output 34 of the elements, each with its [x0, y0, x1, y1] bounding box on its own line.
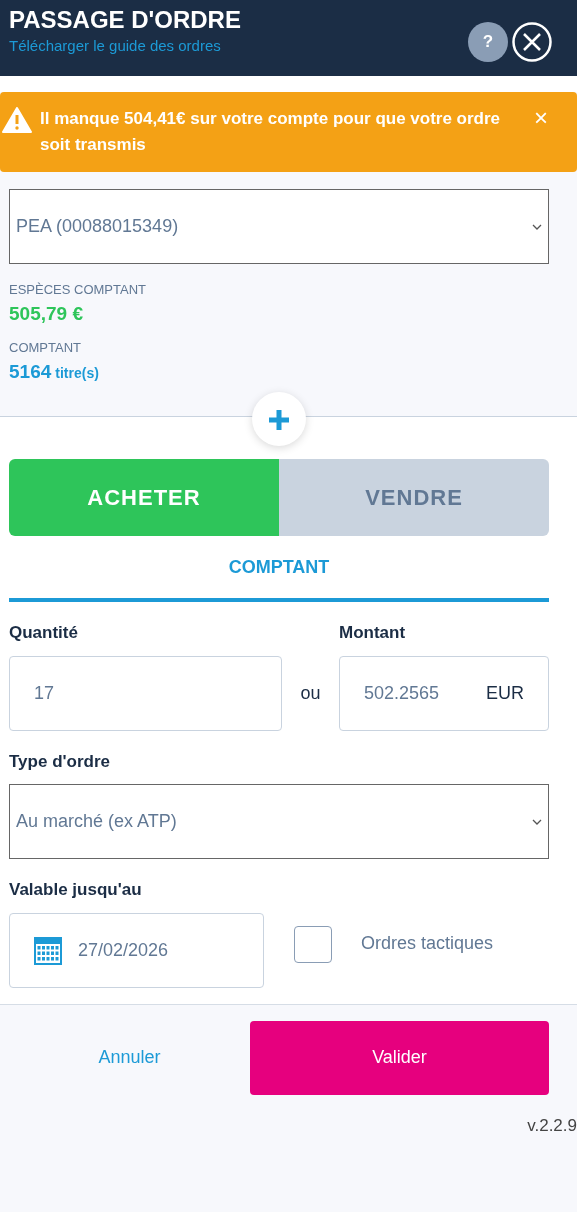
account-select[interactable]: PEA (00088015349)	[9, 189, 549, 264]
side-tab[interactable]: ACHETER	[9, 459, 279, 536]
balance-label: ESPÈCES COMPTANT	[9, 281, 147, 299]
close-icon	[512, 22, 552, 62]
balance-label: COMPTANT	[9, 339, 82, 357]
field-label: Quantité	[9, 622, 79, 644]
balance-value: 505,79 €	[9, 301, 84, 326]
field-label: Type d'ordre	[9, 750, 112, 773]
balance-value: 5164	[9, 359, 52, 384]
checkbox-label: Ordres tactiques	[361, 931, 494, 955]
amount-field[interactable]: 502.2565 EUR	[339, 655, 549, 731]
tactical-checkbox[interactable]	[294, 925, 332, 963]
alert-message: Il manque 504,41€ sur votre compte pour que votre ordre soit transmis	[40, 108, 502, 156]
cancel-button[interactable]: Annuler	[9, 1043, 250, 1072]
field-label: Valable jusqu'au	[9, 879, 143, 901]
submit-button[interactable]: Valider	[250, 1020, 549, 1095]
mode-tab[interactable]: COMPTANT	[9, 536, 549, 602]
chevron-icon	[532, 224, 542, 231]
side-tab[interactable]: VENDRE	[279, 459, 549, 536]
plus-icon	[269, 409, 289, 430]
help-button[interactable]: ?	[468, 22, 508, 62]
calendar-icon	[34, 935, 62, 965]
chevron-icon	[532, 819, 542, 826]
separator-text: ou	[300, 681, 321, 705]
guide-link[interactable]: Télécharger le guide des ordres	[9, 37, 221, 54]
field-label: Montant	[339, 622, 407, 644]
add-button[interactable]	[252, 392, 306, 446]
version-text: v.2.2.9	[526, 1114, 577, 1137]
order-type-select[interactable]: Au marché (ex ATP)	[9, 784, 549, 859]
quantity-field[interactable]: 17	[9, 655, 282, 731]
balance-unit: titre(s)	[55, 363, 99, 383]
page-title: PASSAGE D'ORDRE	[9, 6, 241, 34]
date-field[interactable]: 27/02/2026	[9, 912, 264, 988]
close-button[interactable]	[512, 22, 552, 62]
